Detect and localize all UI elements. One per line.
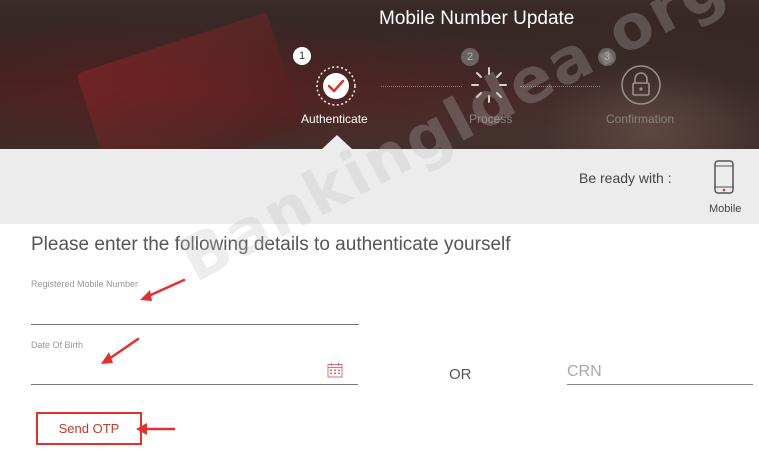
background-card-image	[76, 12, 304, 149]
mobile-number-label: Registered Mobile Number	[31, 279, 139, 289]
send-otp-button[interactable]: Send OTP	[36, 412, 142, 445]
date-of-birth-input[interactable]	[31, 360, 358, 385]
calendar-icon[interactable]	[327, 362, 343, 383]
annotation-arrow-icon	[101, 337, 140, 364]
annotation-arrow-icon	[136, 423, 176, 435]
mobile-phone-icon	[713, 160, 735, 199]
page-title: Mobile Number Update	[379, 8, 575, 29]
mobile-number-input[interactable]	[31, 300, 359, 325]
mobile-label: Mobile	[709, 203, 742, 215]
annotation-arrow-icon	[140, 278, 186, 301]
step-3-label: Confirmation	[606, 112, 675, 126]
crn-input[interactable]	[567, 360, 753, 385]
or-separator: OR	[449, 366, 472, 383]
step-1-number: 1	[293, 47, 311, 65]
step-1-label: Authenticate	[301, 112, 368, 126]
be-ready-text: Be ready with :	[579, 170, 672, 186]
date-of-birth-label: Date Of Birth	[31, 340, 84, 350]
check-circle-icon	[315, 65, 357, 107]
